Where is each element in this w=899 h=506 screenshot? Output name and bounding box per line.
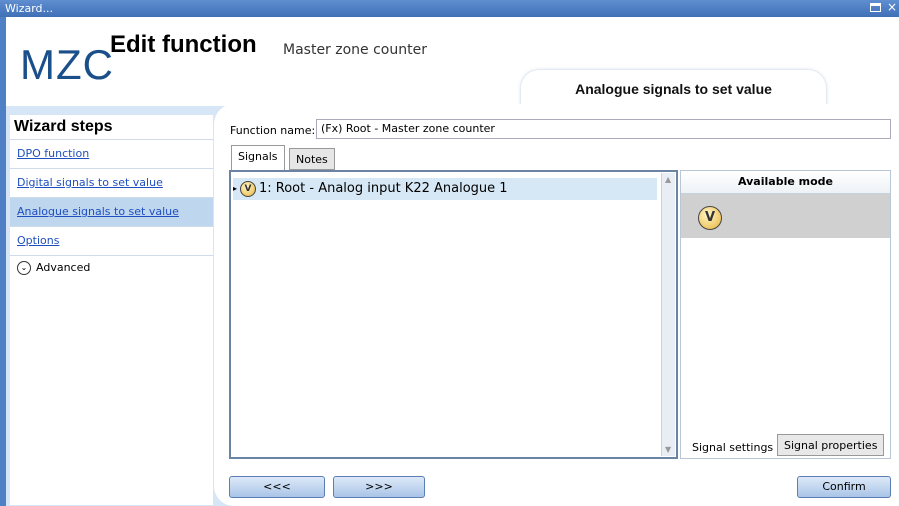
advanced-label: Advanced (36, 261, 91, 274)
function-name-input[interactable]: (Fx) Root - Master zone counter (316, 119, 891, 139)
function-name-label: Function name: (230, 124, 316, 137)
voltage-mode-icon[interactable]: V (698, 206, 722, 230)
tab-signal-settings[interactable]: Signal settings (686, 437, 779, 459)
advanced-toggle[interactable]: ⌄ Advanced (10, 255, 213, 280)
list-item[interactable]: ▸ V 1: Root - Analog input K22 Analogue … (233, 178, 657, 200)
wizard-steps-heading: Wizard steps (14, 118, 113, 135)
tab-signals[interactable]: Signals (231, 145, 285, 170)
available-mode-heading: Available mode (681, 171, 890, 194)
previous-button[interactable]: <<< (229, 476, 325, 498)
section-tab-header: Analogue signals to set value (521, 70, 826, 108)
tab-signal-properties[interactable]: Signal properties (777, 434, 885, 456)
step-dpo-function[interactable]: DPO function (10, 139, 213, 168)
voltage-signal-icon: V (240, 181, 256, 197)
close-icon[interactable]: × (887, 0, 897, 14)
page-title: Edit function (110, 31, 257, 58)
wizard-steps-panel: Wizard steps DPO function Digital signal… (10, 115, 213, 505)
window-title: Wizard... (5, 2, 54, 15)
chevron-down-icon: ⌄ (17, 261, 31, 275)
scroll-down-icon[interactable]: ▼ (665, 445, 671, 454)
page-subtitle: Master zone counter (283, 42, 427, 58)
signal-label: 1: Root - Analog input K22 Analogue 1 (259, 181, 508, 196)
step-analogue-signals[interactable]: Analogue signals to set value (10, 197, 213, 226)
step-options[interactable]: Options (10, 226, 213, 255)
mode-option[interactable]: V (681, 194, 890, 238)
next-button[interactable]: >>> (333, 476, 425, 498)
expand-icon[interactable]: ▸ (233, 178, 240, 200)
scrollbar[interactable]: ▲ ▼ (661, 173, 675, 456)
available-mode-panel: Available mode V (680, 170, 891, 459)
app-logo: MZC (20, 41, 114, 88)
confirm-button[interactable]: Confirm (797, 476, 891, 498)
signals-list[interactable]: ▸ V 1: Root - Analog input K22 Analogue … (229, 170, 678, 459)
step-digital-signals[interactable]: Digital signals to set value (10, 168, 213, 197)
scroll-up-icon[interactable]: ▲ (665, 175, 671, 184)
tab-notes[interactable]: Notes (289, 148, 335, 170)
maximize-icon[interactable] (870, 3, 881, 12)
window-titlebar: Wizard... × (0, 0, 899, 17)
